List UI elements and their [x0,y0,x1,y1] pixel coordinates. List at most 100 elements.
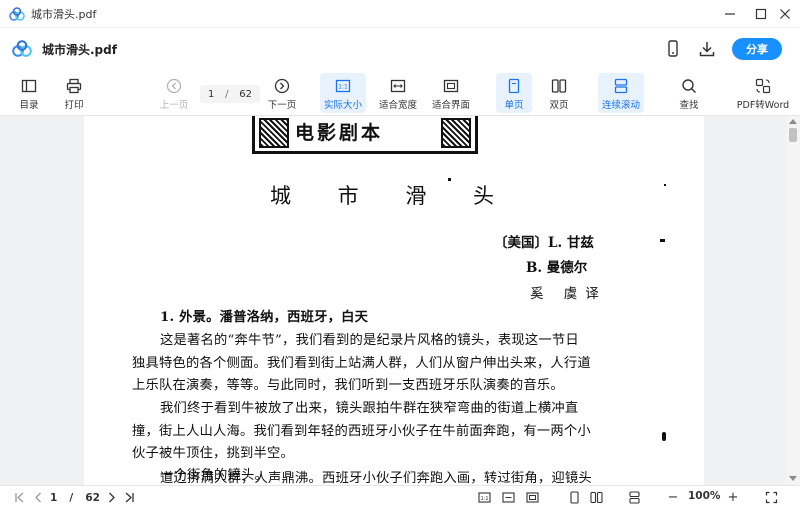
actual-size-button[interactable]: 1:1 实际大小 [320,73,366,113]
app-logo-icon [12,40,32,57]
fit-width-label: 适合宽度 [378,100,417,111]
bottom-double-page-button[interactable] [588,490,604,505]
body-line: 独具特色的各个侧面。我们看到街上站满人群，人们从窗户伸出头来，人行道 [132,356,591,371]
fit-width-button[interactable]: 适合宽度 [376,73,420,113]
title-bar: 城市滑头.pdf [0,0,800,28]
double-page-icon [589,491,603,504]
fit-page-icon [443,79,459,93]
bottom-total-pages: 62 [85,491,100,504]
body-line: 撞，街上人山人海。我们看到年轻的西班牙小伙子在牛前面奔跑，有一两个小 [132,424,591,439]
banner-heading: 电影剧本 [295,122,384,144]
single-page-icon [508,78,520,94]
last-page-button[interactable] [122,490,136,505]
printer-icon [66,78,82,94]
bottom-single-page-button[interactable] [566,490,582,505]
bottom-next-button[interactable] [104,490,118,505]
scene-heading: 1. 外景。潘普洛纳，西班牙，白天 [160,310,369,325]
actual-size-icon: 1:1 [335,79,351,93]
svg-text:1:1: 1:1 [480,496,488,502]
scroll-up-icon[interactable] [789,118,797,124]
search-icon [682,79,696,93]
svg-text:1:1: 1:1 [338,84,348,91]
author-line: B. 曼德尔 [526,260,588,276]
prev-page-label: 上一页 [159,100,189,111]
fit-width-icon [501,492,515,503]
bottom-fit-page-button[interactable] [524,490,540,505]
body-line: 道边挤满人群，人声鼎沸。西班牙小伙子们奔跑入画，转过街角，迎镜头 [160,471,592,485]
chevron-left-circle-icon [166,78,182,94]
pdf-to-word-button[interactable]: PDF转Word [736,73,790,113]
single-page-button[interactable]: 单页 [496,73,532,113]
single-page-label: 单页 [504,100,524,111]
search-button[interactable]: 查找 [672,73,706,113]
body-line: 上乐队在演奏，等等。与此同时，我们听到一支西班牙乐队演奏的音乐。 [132,378,564,393]
share-button[interactable]: 分享 [732,38,782,60]
total-pages: 62 [239,88,252,100]
fullscreen-icon [765,491,777,504]
continuous-scroll-label: 连续滚动 [601,100,640,111]
ornament-icon [441,118,471,148]
ornament-icon [259,118,289,148]
page-separator: / [225,88,229,100]
window-title: 城市滑头.pdf [31,8,97,21]
pdf-page: 电影剧本 城 市 滑 头 〔美国〕L. 甘兹 B. 曼德尔 奚 虞译 1. 外景… [84,116,704,485]
page-number-box[interactable]: 1 / 62 [200,85,260,103]
first-page-icon [14,492,23,503]
minimize-button[interactable] [715,0,745,28]
phone-icon[interactable] [665,40,681,57]
current-page-input[interactable]: 1 [208,89,214,100]
prev-page-button[interactable]: 上一页 [154,73,194,113]
fit-page-label: 适合界面 [431,100,470,111]
author-line: 〔美国〕L. 甘兹 [494,235,594,251]
next-page-label: 下一页 [267,100,297,111]
bottom-current-page[interactable]: 1 [50,492,57,504]
bottom-continuous-scroll-button[interactable] [626,490,642,505]
scroll-thumb[interactable] [789,128,797,142]
bottom-fit-width-button[interactable] [500,490,516,505]
document-header: 城市滑头.pdf 分享 [0,28,800,70]
single-page-icon [569,491,579,504]
scroll-down-icon[interactable] [789,476,797,482]
zoom-out-button[interactable]: − [666,490,680,505]
close-icon [780,9,790,19]
print-label: 打印 [64,100,84,111]
continuous-scroll-icon [614,78,628,94]
toc-label: 目录 [19,100,39,111]
bottom-actual-size-button[interactable]: 1:1 [476,490,492,505]
search-label: 查找 [679,100,699,111]
scan-speck [662,432,666,441]
fit-page-button[interactable]: 适合界面 [429,73,473,113]
next-page-button[interactable]: 下一页 [262,73,302,113]
maximize-icon [755,8,767,20]
close-button[interactable] [770,0,800,28]
fullscreen-button[interactable] [764,490,778,505]
vertical-scrollbar[interactable] [786,116,800,485]
continuous-scroll-button[interactable]: 连续滚动 [598,73,644,113]
sidebar-icon [21,79,37,93]
body-line: 我们终于看到牛被放了出来，镜头跟拍牛群在狭窄弯曲的街道上横冲直 [160,401,579,416]
chevron-right-icon [108,492,115,503]
document-heading: 城 市 滑 头 [270,184,515,208]
download-icon[interactable] [698,40,716,58]
scan-speck [660,239,665,242]
double-page-button[interactable]: 双页 [541,73,577,113]
bottom-bar: 1 / 62 1:1 − 100% + [0,485,800,508]
pdf-to-word-label: PDF转Word [736,100,790,111]
print-button[interactable]: 打印 [57,73,91,113]
chevron-right-circle-icon [274,78,290,94]
body-line: 伙子被牛顶住，挑到半空。 [132,446,294,461]
document-viewer[interactable]: 电影剧本 城 市 滑 头 〔美国〕L. 甘兹 B. 曼德尔 奚 虞译 1. 外景… [0,116,800,485]
toc-button[interactable]: 目录 [12,73,46,113]
actual-size-icon: 1:1 [477,492,491,503]
double-page-icon [551,79,567,93]
convert-icon [755,78,771,94]
zoom-in-button[interactable]: + [726,490,740,505]
bottom-prev-button[interactable] [31,490,45,505]
toolbar: 目录 打印 上一页 下一页 1:1 实际大小 适合宽度 适合界面 单页 双页 连… [0,70,800,116]
body-line: 这是著名的“奔牛节”，我们看到的是纪录片风格的镜头，表现这一节日 [160,333,579,348]
bottom-page-indicator[interactable]: 1 / 62 [50,490,100,505]
first-page-button[interactable] [12,490,26,505]
scan-speck [664,184,666,186]
chevron-left-icon [34,492,41,503]
double-page-label: 双页 [549,100,569,111]
